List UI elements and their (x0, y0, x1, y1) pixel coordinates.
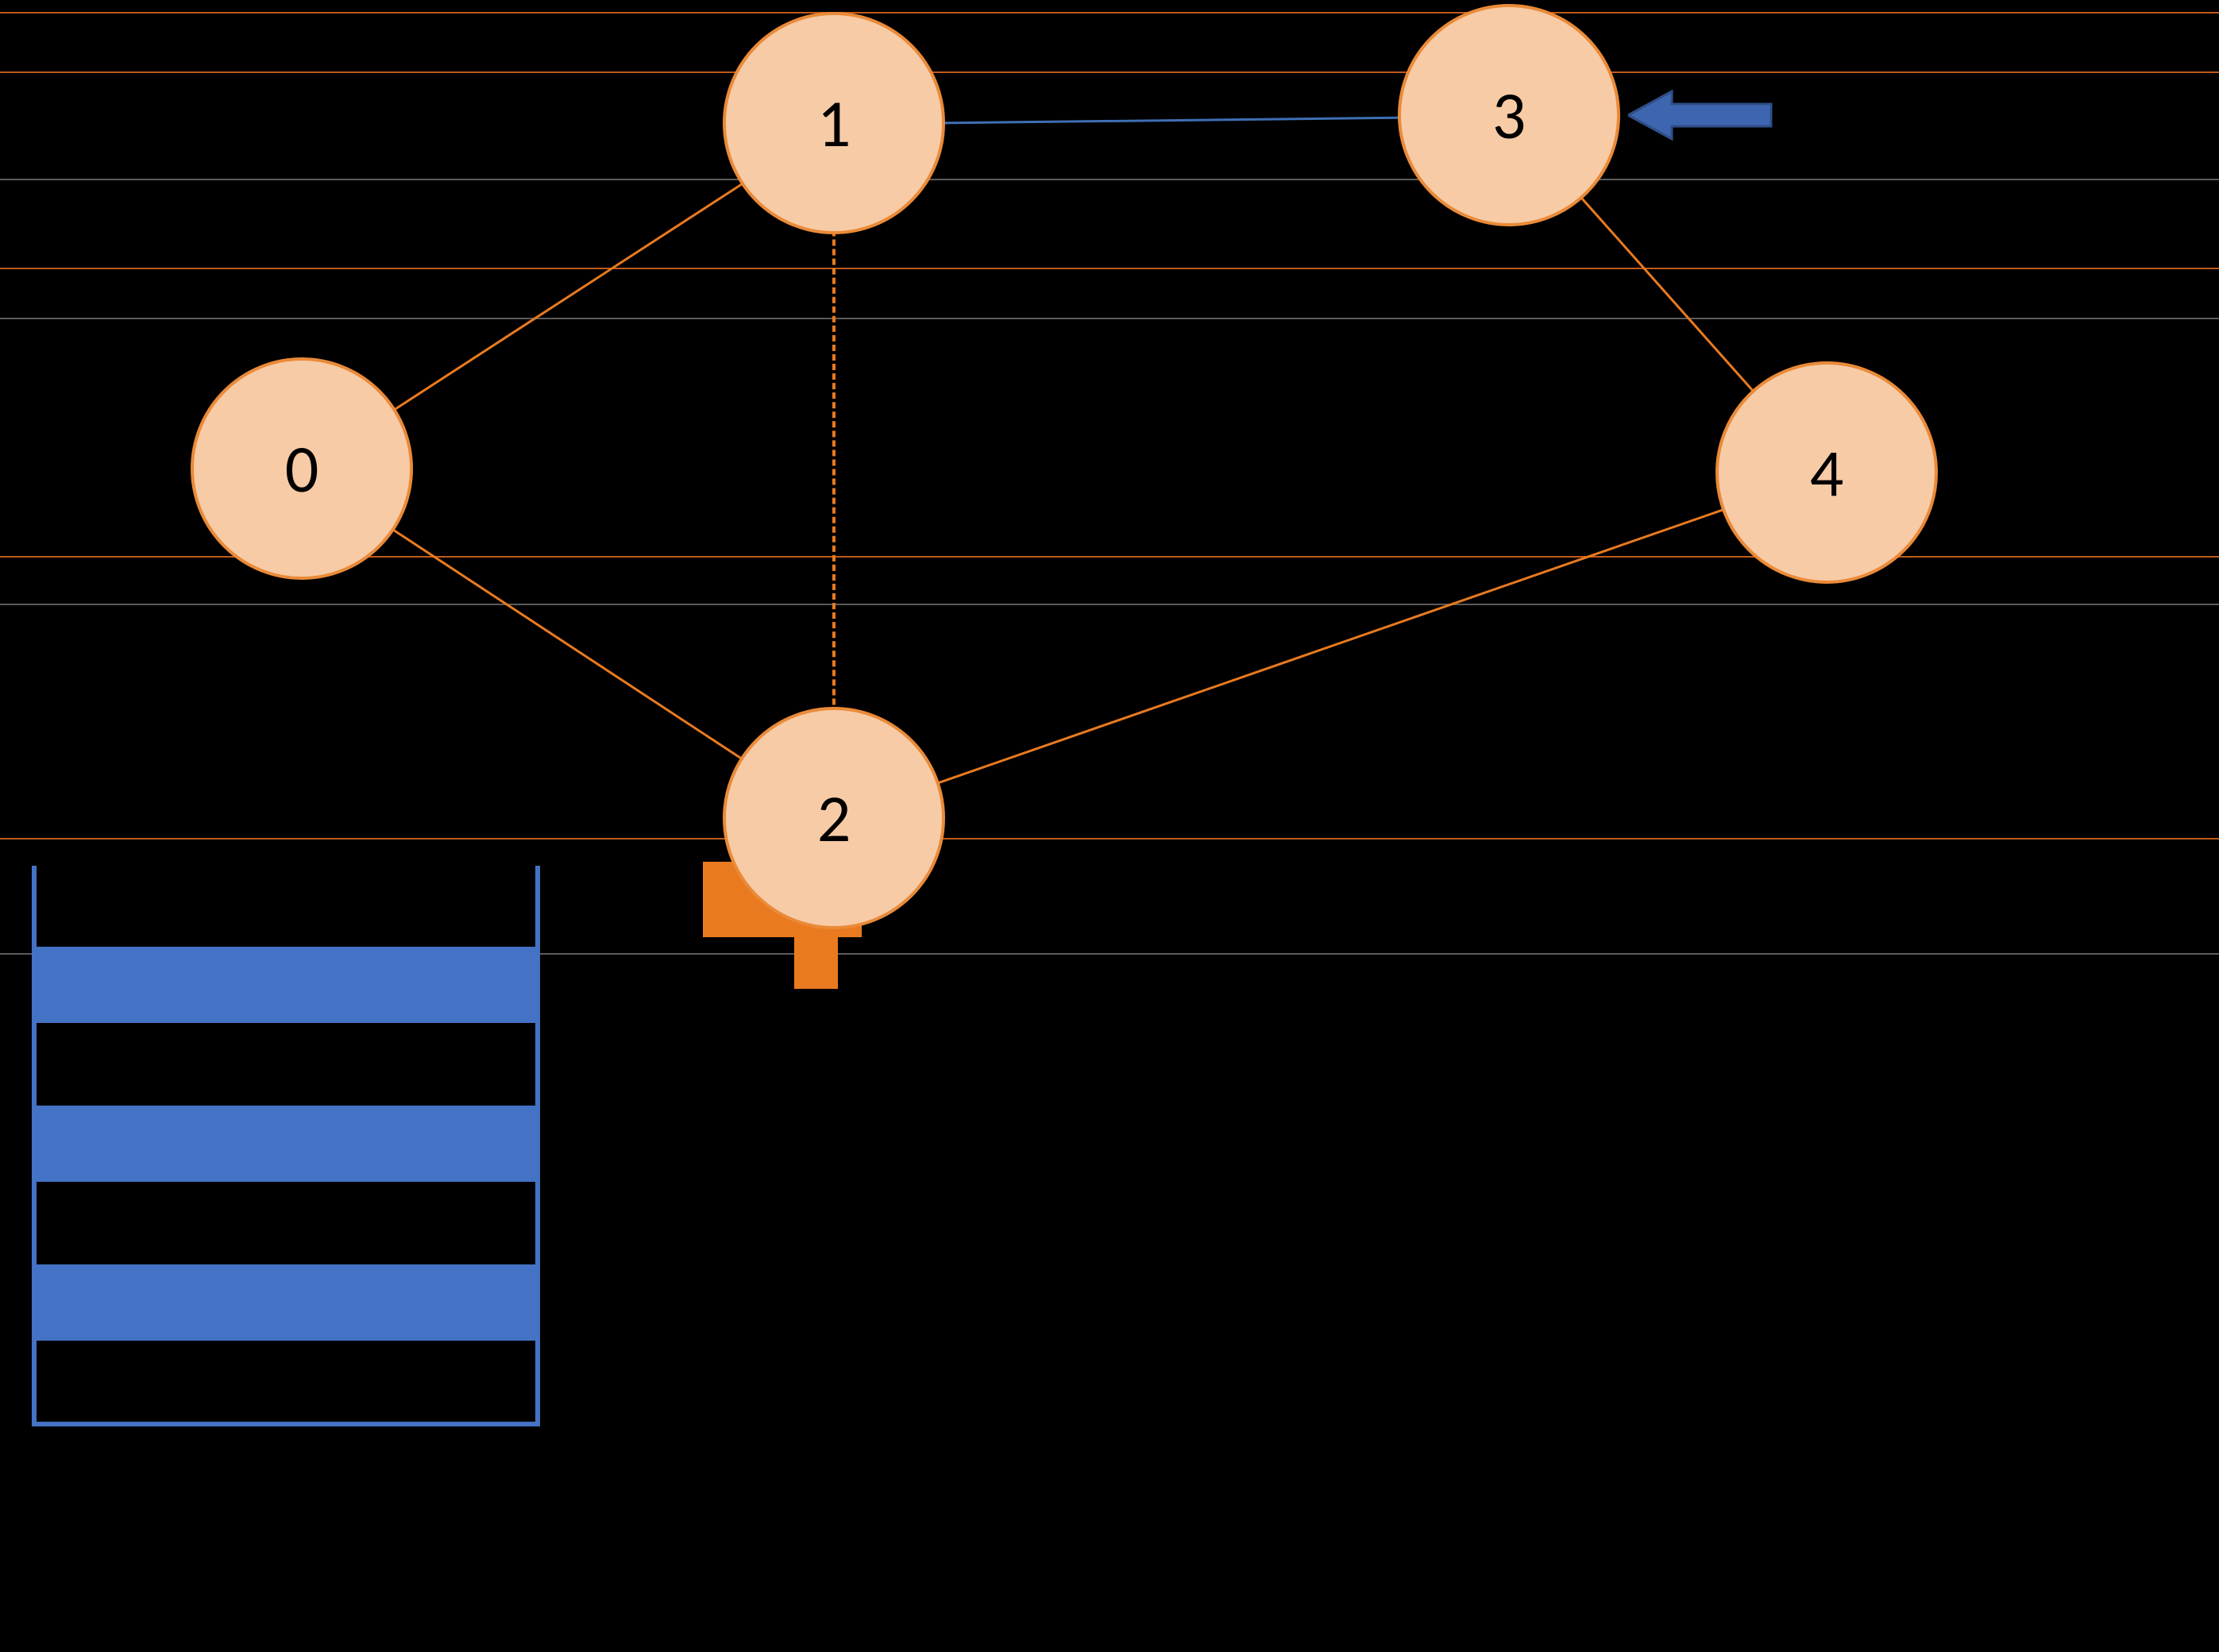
stack-slot (37, 1342, 535, 1422)
grid-line (0, 318, 2219, 319)
stack-slot (37, 1104, 535, 1183)
grid-line (0, 179, 2219, 180)
graph-node-0: 0 (191, 357, 413, 580)
grid-line (0, 604, 2219, 605)
stack-container (32, 866, 540, 1426)
graph-node-3: 3 (1398, 4, 1620, 226)
edge-2-4 (834, 473, 1827, 820)
pointer-arrow-icon (1628, 83, 1779, 151)
node-label: 2 (817, 778, 851, 859)
graph-node-2: 2 (723, 707, 945, 929)
stack-slot (37, 1263, 535, 1342)
grid-line (0, 838, 2219, 840)
node-label: 1 (817, 83, 851, 164)
flag-stem (794, 937, 838, 989)
graph-node-1: 1 (723, 12, 945, 234)
grid-line (0, 71, 2219, 73)
node-label: 4 (1810, 432, 1844, 514)
node-label: 3 (1492, 75, 1526, 156)
stack-slot (37, 1025, 535, 1104)
graph-node-4: 4 (1715, 361, 1938, 584)
stack-slot (37, 945, 535, 1025)
node-label: 0 (285, 428, 319, 510)
stack-slot (37, 866, 535, 945)
grid-line (0, 12, 2219, 14)
stack-slot (37, 1183, 535, 1263)
diagram-canvas: { "nodes": { "n0": "0", "n1": "1", "n2":… (0, 0, 2219, 1652)
grid-line (0, 268, 2219, 269)
